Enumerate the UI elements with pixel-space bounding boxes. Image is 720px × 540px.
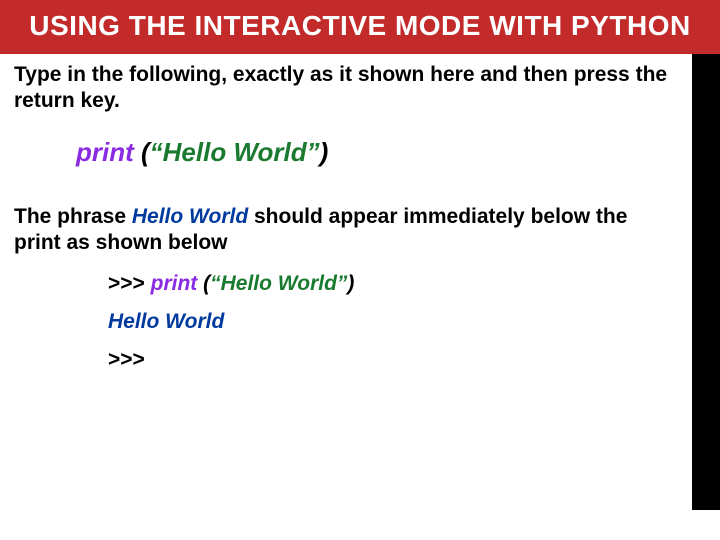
code-keyword: print [76,137,134,167]
terminal-line-2: Hello World [108,310,674,334]
code-close-paren: ) [320,137,329,167]
terminal-keyword: print [151,272,198,295]
code-example: print (“Hello World”) [76,137,674,168]
terminal-close-paren: ) [347,272,354,295]
instruction2-pre: The phrase [14,205,132,228]
terminal-output: >>> print (“Hello World”) Hello World >>… [108,272,674,372]
slide: USING THE INTERACTIVE MODE WITH PYTHON T… [0,0,720,540]
terminal-prompt-1: >>> [108,272,151,295]
terminal-line-3: >>> [108,348,674,372]
code-string: “Hello World” [150,137,320,167]
instruction-text-1: Type in the following, exactly as it sho… [14,62,674,115]
slide-title: USING THE INTERACTIVE MODE WITH PYTHON [0,0,720,54]
terminal-string: “Hello World” [210,272,347,295]
terminal-line-1: >>> print (“Hello World”) [108,272,674,296]
terminal-open-paren: ( [197,272,210,295]
hello-world-inline: Hello World [132,205,248,228]
instruction-text-2: The phrase Hello World should appear imm… [14,204,674,257]
slide-content: Type in the following, exactly as it sho… [0,54,720,510]
code-open-paren: ( [134,137,150,167]
